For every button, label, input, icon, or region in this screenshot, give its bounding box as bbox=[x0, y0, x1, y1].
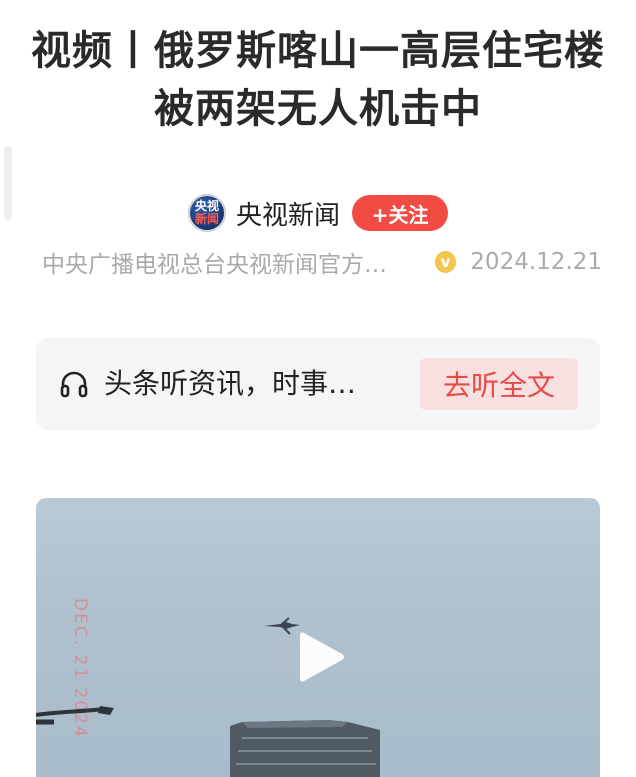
play-icon[interactable] bbox=[296, 629, 346, 685]
lamp-post-image bbox=[36, 706, 114, 725]
source-name[interactable]: 央视新闻 bbox=[236, 195, 340, 232]
listen-full-button[interactable]: 去听全文 bbox=[420, 358, 578, 410]
source-meta-row: 中央广播电视总台央视新闻官方… v 2024.12.21 bbox=[42, 244, 602, 280]
video-player[interactable]: DEC. 21 2024 bbox=[36, 498, 600, 777]
publish-date: 2024.12.21 bbox=[470, 249, 602, 275]
headphones-icon bbox=[60, 371, 88, 398]
avatar-text-bottom: 新闻 bbox=[194, 212, 219, 226]
article-title: 视频丨俄罗斯喀山一高层住宅楼被两架无人机击中 bbox=[31, 28, 605, 132]
source-description: 中央广播电视总台央视新闻官方… bbox=[42, 252, 387, 278]
source-avatar[interactable]: 央视 新闻 bbox=[187, 194, 226, 232]
building-image bbox=[230, 720, 380, 777]
listen-text: 头条听资讯，时事… bbox=[104, 367, 357, 400]
source-row: 央视 新闻 央视新闻 +关注 bbox=[0, 192, 636, 234]
follow-button[interactable]: +关注 bbox=[352, 195, 448, 231]
verified-icon: v bbox=[434, 251, 457, 273]
listen-card[interactable]: 头条听资讯，时事… 去听全文 bbox=[36, 338, 600, 430]
